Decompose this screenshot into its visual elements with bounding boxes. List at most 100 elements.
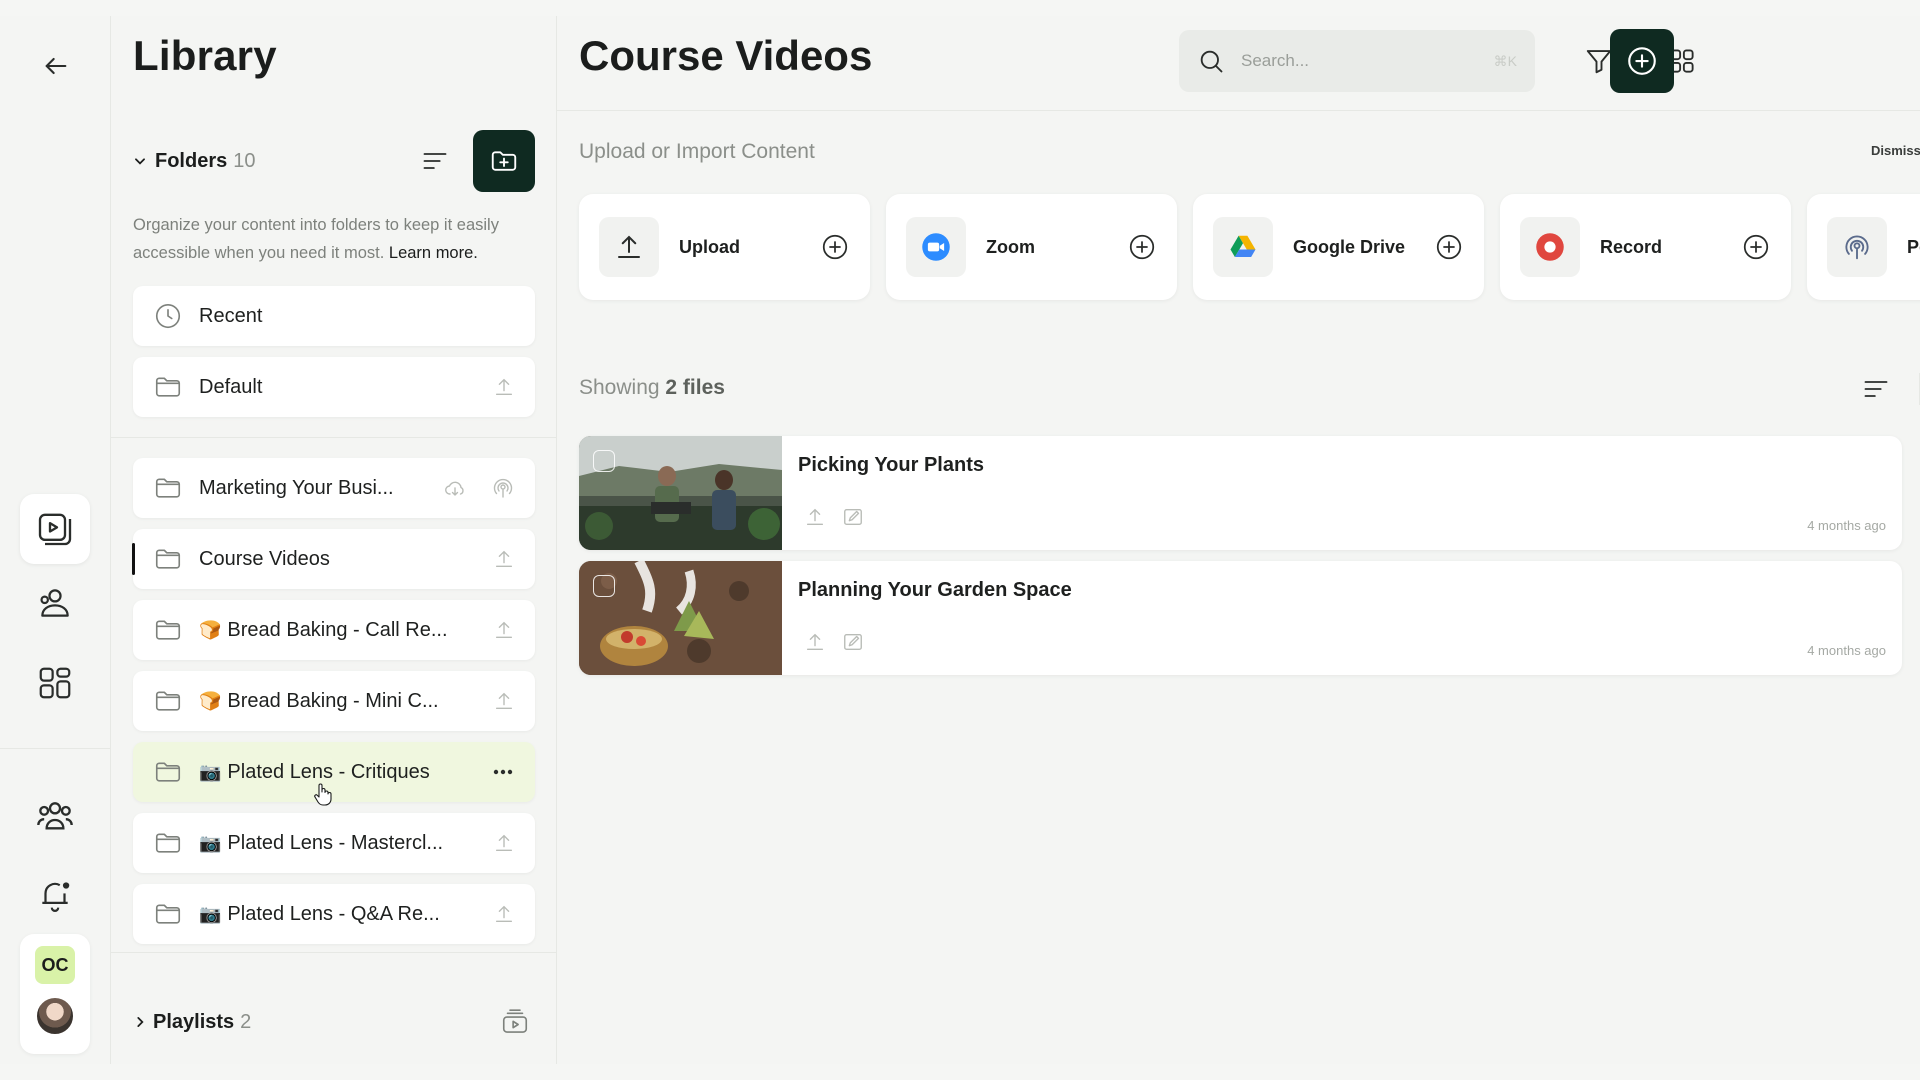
folder-label-wrap: 🍞 Bread Baking - Mini C... — [199, 690, 439, 713]
source-label: Google Drive — [1293, 236, 1406, 257]
folder-recent[interactable]: Recent — [133, 286, 535, 346]
file-title: Picking Your Plants — [798, 454, 984, 476]
plus-circle-icon[interactable] — [820, 232, 850, 262]
video-thumbnail — [579, 436, 782, 550]
folder-course-videos[interactable]: Course Videos — [132, 529, 535, 589]
folder-label: Default — [199, 375, 263, 398]
file-info: Picking Your Plants 4 months ago — [782, 436, 1902, 550]
plus-circle-icon[interactable] — [1741, 232, 1771, 262]
source-label: Upload — [679, 236, 740, 257]
folder-emoji: 📷 — [199, 903, 222, 924]
search-input[interactable] — [1241, 51, 1471, 71]
folders-collapse-toggle[interactable] — [133, 154, 155, 168]
folder-label: Bread Baking - Call Re... — [227, 618, 448, 641]
google-drive-icon — [1230, 235, 1256, 257]
upload-icon[interactable] — [804, 506, 826, 528]
folder-label: Recent — [199, 304, 263, 327]
file-row[interactable]: Picking Your Plants 4 months ago — [579, 436, 1902, 550]
profile-card: OC — [20, 934, 90, 1054]
folder-label: Bread Baking - Mini C... — [227, 689, 439, 712]
import-sources: Upload Zoom Google Drive Record P — [579, 194, 1920, 300]
plus-circle-icon[interactable] — [1434, 232, 1464, 262]
folder-plated-lens-qa[interactable]: 📷 Plated Lens - Q&A Re... — [133, 884, 535, 944]
pinned-folder-list: Recent Default — [133, 286, 535, 428]
folder-plated-lens-critiques[interactable]: 📷 Plated Lens - Critiques — [133, 742, 535, 806]
arrow-left-icon — [45, 57, 67, 75]
upload-icon[interactable] — [804, 631, 826, 653]
file-row[interactable]: Planning Your Garden Space 4 months ago — [579, 561, 1902, 675]
folder-emoji: 🍞 — [199, 690, 222, 711]
sort-icon — [1864, 381, 1888, 397]
upload-icon[interactable] — [493, 376, 515, 398]
hand-cursor-icon — [314, 783, 332, 806]
folder-bread-baking-call[interactable]: 🍞 Bread Baking - Call Re... — [133, 600, 535, 660]
folders-sort-button[interactable] — [415, 141, 455, 181]
folder-emoji: 📷 — [199, 761, 222, 782]
showing-prefix: Showing — [579, 376, 660, 399]
upload-icon[interactable] — [493, 832, 515, 854]
upload-icon[interactable] — [493, 619, 515, 641]
folder-icon — [155, 377, 181, 397]
folder-label-wrap: 📷 Plated Lens - Critiques — [199, 761, 430, 784]
playlists-header[interactable]: Playlists 2 — [133, 1002, 535, 1042]
folder-label-wrap: 📷 Plated Lens - Q&A Re... — [199, 903, 440, 926]
upload-icon[interactable] — [493, 548, 515, 570]
source-google-drive[interactable]: Google Drive — [1193, 194, 1484, 300]
file-count-label: Showing 2 files — [579, 376, 725, 400]
file-actions — [804, 506, 864, 528]
upload-icon[interactable] — [493, 903, 515, 925]
workspace-badge[interactable]: OC — [35, 946, 75, 984]
folder-marketing[interactable]: Marketing Your Busi... — [133, 458, 535, 518]
rail-apps-button[interactable] — [20, 648, 90, 718]
zoom-icon — [922, 233, 950, 261]
source-zoom[interactable]: Zoom — [886, 194, 1177, 300]
rail-audience-button[interactable] — [20, 568, 90, 638]
select-checkbox[interactable] — [593, 575, 615, 597]
playlists-count: 2 — [240, 1010, 252, 1033]
upload-icon[interactable] — [493, 690, 515, 712]
plus-circle-icon — [1628, 47, 1656, 75]
folder-label: Plated Lens - Critiques — [227, 760, 430, 783]
folder-bread-baking-mini[interactable]: 🍞 Bread Baking - Mini C... — [133, 671, 535, 731]
podcast-icon — [1845, 235, 1869, 260]
source-upload[interactable]: Upload — [579, 194, 870, 300]
plus-circle-icon[interactable] — [1127, 232, 1157, 262]
folder-plus-icon — [491, 151, 517, 171]
new-playlist-button[interactable] — [495, 1002, 535, 1042]
chevron-down-icon — [135, 158, 145, 165]
back-button[interactable] — [36, 46, 76, 86]
source-record[interactable]: Record — [1500, 194, 1791, 300]
upload-section-title: Upload or Import Content — [579, 140, 815, 163]
dismiss-button[interactable]: Dismiss — [1871, 143, 1920, 158]
new-folder-button[interactable] — [473, 130, 535, 192]
source-icon-tile — [1827, 217, 1887, 277]
source-label: Record — [1600, 236, 1663, 257]
sort-icon — [423, 153, 447, 169]
header-divider — [557, 110, 1920, 111]
avatar[interactable] — [35, 996, 75, 1036]
search-bar[interactable]: ⌘K — [1179, 30, 1535, 92]
folder-plated-lens-masterclass[interactable]: 📷 Plated Lens - Mastercl... — [133, 813, 535, 873]
playlist-icon — [502, 1009, 528, 1033]
library-description: Organize your content into folders to ke… — [133, 211, 539, 267]
folders-count: 10 — [233, 149, 256, 172]
folder-icon — [155, 478, 181, 498]
source-podcast[interactable]: Podcast — [1807, 194, 1920, 300]
bell-icon — [42, 882, 70, 912]
rail-library-button[interactable] — [20, 494, 90, 564]
folder-icon — [155, 762, 181, 782]
files-sort-button[interactable] — [1855, 368, 1897, 410]
more-dots-icon[interactable] — [491, 760, 515, 784]
rail-notifications-button[interactable] — [20, 860, 90, 930]
folder-default[interactable]: Default — [133, 357, 535, 417]
add-content-button[interactable] — [1610, 29, 1674, 93]
active-folder-marker — [132, 543, 135, 575]
video-thumbnail — [579, 561, 782, 675]
rail-team-button[interactable] — [20, 780, 90, 850]
edit-icon[interactable] — [842, 506, 864, 528]
file-title: Planning Your Garden Space — [798, 579, 1072, 601]
select-checkbox[interactable] — [593, 450, 615, 472]
edit-icon[interactable] — [842, 631, 864, 653]
folder-label: Plated Lens - Q&A Re... — [227, 902, 440, 925]
learn-more-link[interactable]: Learn more. — [389, 244, 478, 262]
